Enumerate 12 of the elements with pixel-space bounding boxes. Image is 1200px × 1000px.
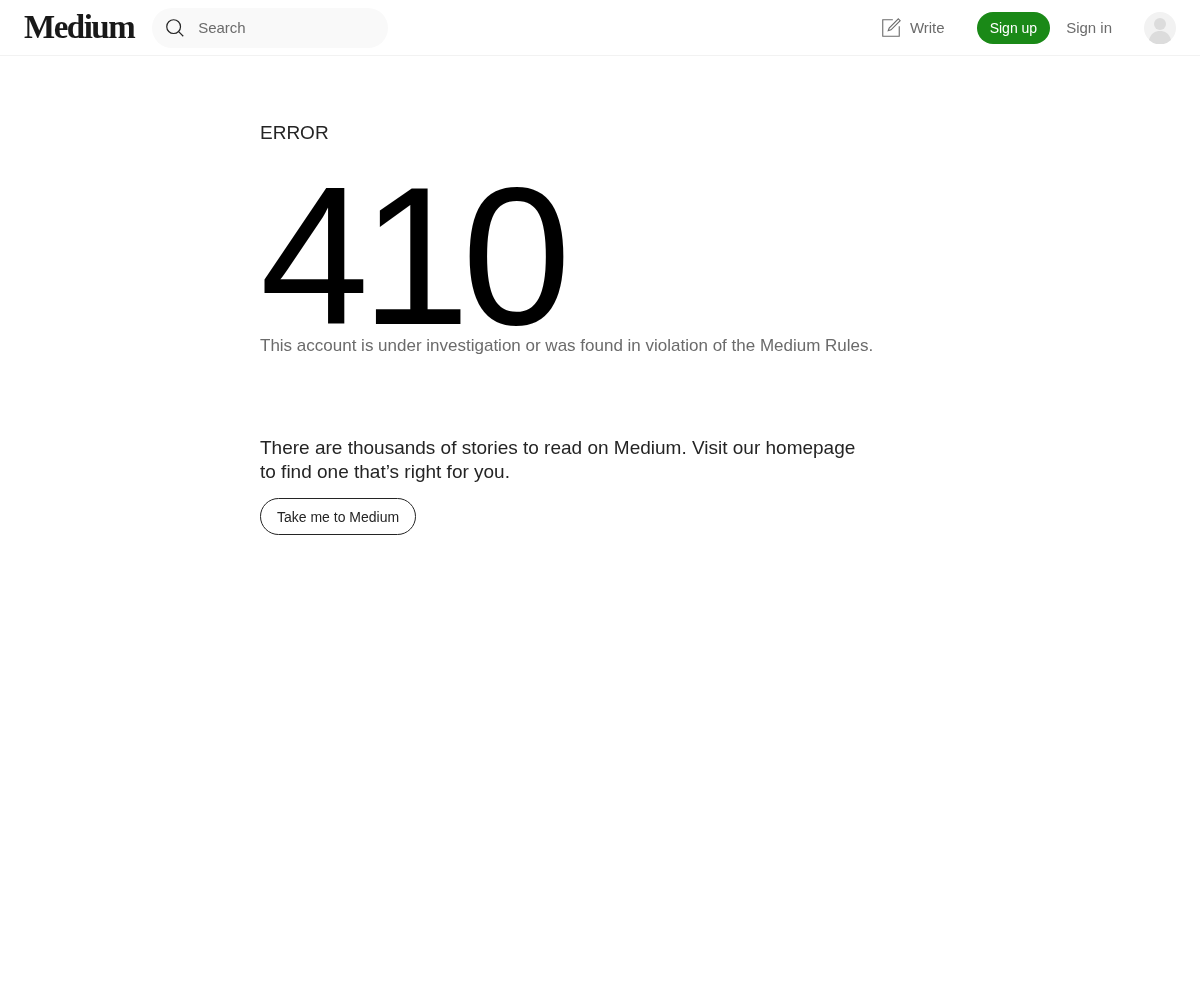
avatar-icon[interactable] [1144,11,1176,44]
error-message: This account is under investigation or was found in violation of the Medium Rules. [260,336,874,356]
logo[interactable]: Medium [24,9,135,46]
suggestion-text: There are thousands of stories to read on Medium. Visit our homepage to find one that’s right for you. [260,436,857,484]
error-code: 410 [260,182,564,332]
write-link[interactable]: Write [879,16,945,39]
sign-up-button[interactable]: Sign up [976,11,1051,44]
home-button[interactable]: Take me to Medium [260,498,417,535]
search-field[interactable]: Search [152,7,389,48]
error-label: ERROR [260,122,329,144]
sign-in-link[interactable]: Sign in [1066,19,1112,36]
pencil-icon [879,16,902,39]
